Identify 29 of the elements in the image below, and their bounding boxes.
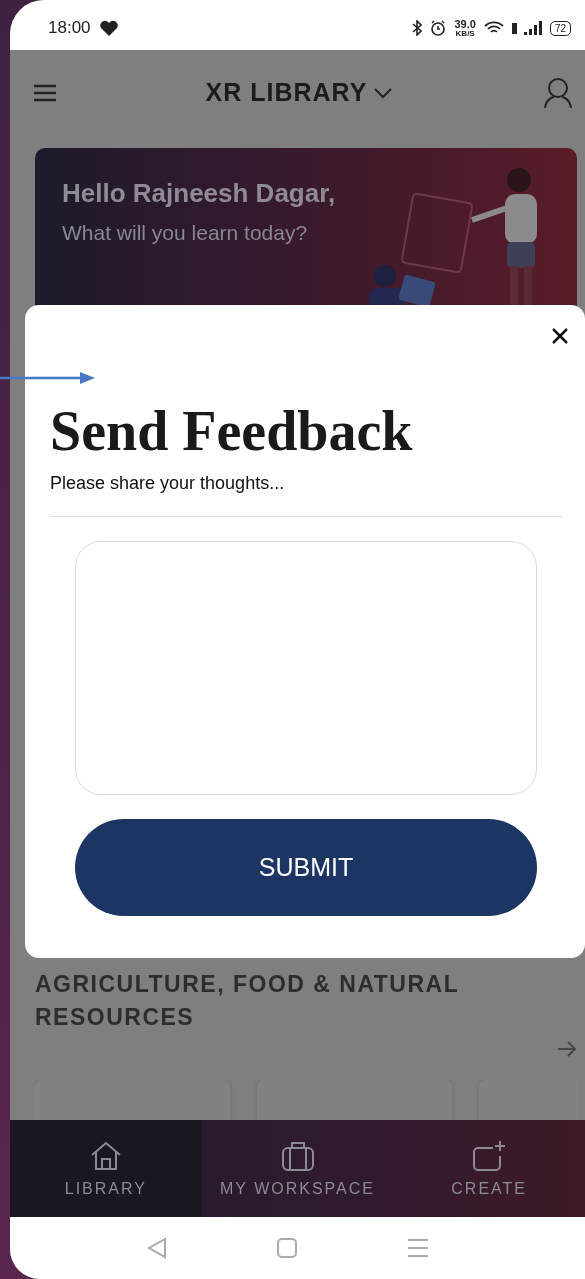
section-title: AGRICULTURE, FOOD & NATURAL RESOURCES — [35, 970, 460, 1032]
library-dropdown[interactable]: XR LIBRARY — [205, 78, 394, 107]
menu-icon[interactable] — [34, 83, 56, 102]
nav-tab[interactable]: LIBRARY — [10, 1120, 202, 1217]
submit-button[interactable]: SUBMIT — [75, 819, 537, 916]
nav-tab[interactable]: MY WORKSPACE — [201, 1120, 394, 1217]
status-time: 18:00 — [48, 18, 91, 38]
back-icon[interactable] — [146, 1237, 167, 1259]
bluetooth-icon — [412, 20, 423, 36]
greeting: Hello Rajneesh Dagar, — [62, 178, 336, 209]
alarm-icon — [430, 20, 447, 36]
dialog-title: Send Feedback — [50, 399, 414, 463]
home-button-icon[interactable] — [276, 1238, 297, 1258]
add-box-icon — [471, 1139, 508, 1172]
heart-icon — [98, 19, 119, 37]
battery-level: 72 — [549, 20, 571, 36]
briefcase-icon — [279, 1139, 316, 1172]
wifi-icon — [483, 21, 504, 35]
banner-subtitle: What will you learn today? — [62, 221, 309, 245]
network-speed: 39.0 — [454, 18, 476, 30]
signal-icon — [511, 20, 542, 36]
feedback-input[interactable] — [75, 541, 537, 795]
nav-tab[interactable]: CREATE — [393, 1120, 585, 1217]
user-icon[interactable] — [543, 76, 573, 109]
arrow-right-icon[interactable] — [557, 1040, 577, 1058]
caret-icon — [373, 86, 394, 99]
recents-icon[interactable] — [406, 1238, 429, 1258]
dialog-subtitle: Please share your thoughts... — [50, 473, 286, 494]
speed-unit: KB/S — [455, 29, 475, 38]
